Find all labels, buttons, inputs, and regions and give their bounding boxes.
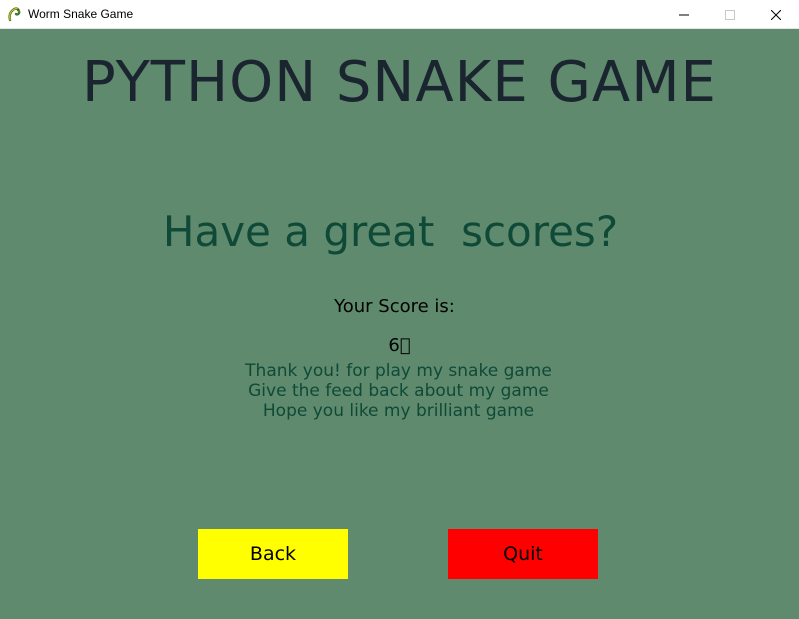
game-title: PYTHON SNAKE GAME bbox=[82, 50, 717, 115]
game-canvas: PYTHON SNAKE GAME Have a great scores? Y… bbox=[0, 29, 799, 619]
thank-you-message: Thank you! for play my snake game bbox=[245, 361, 552, 381]
hope-message: Hope you like my brilliant game bbox=[262, 401, 535, 421]
score-headline: Have a great scores? bbox=[162, 207, 619, 256]
pygame-snake-icon bbox=[7, 6, 23, 22]
back-button[interactable]: Back bbox=[198, 529, 348, 579]
maximize-icon bbox=[725, 5, 735, 24]
close-icon bbox=[770, 5, 782, 24]
close-button[interactable] bbox=[753, 0, 799, 28]
window-titlebar: Worm Snake Game bbox=[0, 0, 799, 29]
minimize-button[interactable] bbox=[661, 0, 707, 28]
quit-button[interactable]: Quit bbox=[448, 529, 598, 579]
minimize-icon bbox=[679, 5, 689, 24]
window-title: Worm Snake Game bbox=[28, 7, 134, 21]
feedback-message: Give the feed back about my game bbox=[248, 381, 549, 401]
score-value: 6  bbox=[388, 335, 411, 356]
maximize-button[interactable] bbox=[707, 0, 753, 28]
score-label: Your Score is: bbox=[334, 296, 455, 317]
